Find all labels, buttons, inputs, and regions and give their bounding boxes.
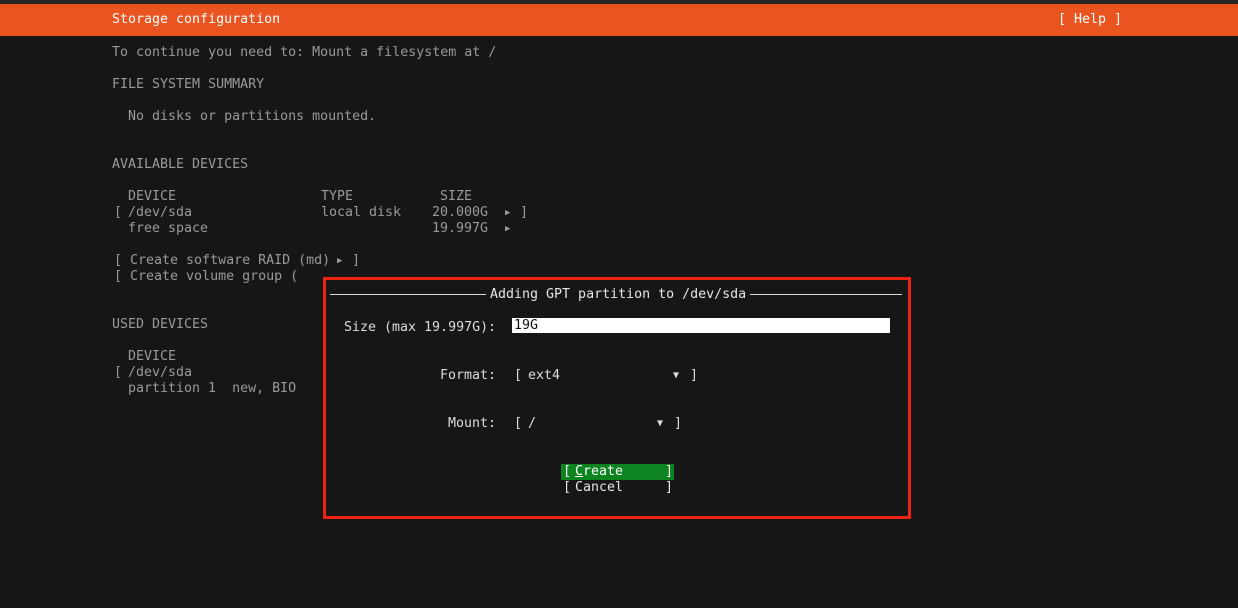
- format-value: ext4: [528, 368, 561, 383]
- create-raid-label: [ Create software RAID (md): [114, 253, 331, 268]
- create-open-bracket: [: [563, 464, 572, 479]
- dialog-title: Adding GPT partition to /dev/sda: [486, 287, 751, 303]
- fs-summary-heading: FILE SYSTEM SUMMARY: [112, 77, 265, 92]
- row-open-bracket: [: [114, 365, 123, 380]
- mount-open-bracket: [: [514, 416, 523, 431]
- device-name: /dev/sda: [128, 205, 193, 220]
- expand-icon: ▶: [505, 224, 511, 234]
- chevron-down-icon: ▼: [657, 418, 664, 429]
- used-devices-heading: USED DEVICES: [112, 317, 209, 332]
- create-label: Create: [575, 464, 624, 479]
- header-bar: Storage configuration [ Help ]: [0, 4, 1238, 36]
- format-close-bracket: ]: [690, 368, 699, 383]
- used-row-partition[interactable]: partition 1 new, BIO: [128, 381, 296, 397]
- mount-notice: To continue you need to: Mount a filesys…: [112, 45, 497, 60]
- cancel-button[interactable]: [ Cancel ]: [561, 480, 674, 496]
- row-open-bracket: [: [114, 205, 123, 220]
- column-device: DEVICE: [128, 189, 177, 204]
- create-volume-group-button[interactable]: [ Create volume group (: [114, 269, 298, 285]
- mount-value: /: [528, 416, 537, 431]
- mount-close-bracket: ]: [674, 416, 683, 431]
- device-name: /dev/sda: [128, 365, 193, 380]
- chevron-down-icon: ▼: [673, 370, 680, 381]
- available-devices-heading: AVAILABLE DEVICES: [112, 157, 249, 172]
- device-size: 20.000G: [432, 205, 489, 220]
- add-partition-dialog: Adding GPT partition to /dev/sda Size (m…: [323, 277, 911, 519]
- device-type: local disk: [321, 205, 402, 220]
- format-label: Format:: [440, 368, 497, 383]
- size-input[interactable]: 19G: [512, 318, 890, 333]
- device-size: 19.997G: [432, 221, 489, 236]
- create-button[interactable]: [ Create ]: [561, 464, 674, 480]
- device-name: free space: [128, 221, 209, 236]
- expand-icon: ▶: [337, 256, 343, 266]
- raid-close-bracket: ]: [352, 253, 361, 268]
- format-open-bracket: [: [514, 368, 523, 383]
- row-close-bracket: ]: [520, 205, 529, 220]
- mount-label: Mount:: [448, 416, 497, 431]
- used-column-device: DEVICE: [128, 349, 177, 364]
- column-size: SIZE: [440, 189, 473, 204]
- size-label: Size (max 19.997G):: [344, 320, 497, 335]
- cancel-open-bracket: [: [563, 480, 572, 495]
- create-close-bracket: ]: [665, 464, 674, 479]
- help-button[interactable]: [ Help ]: [1058, 12, 1122, 28]
- format-select[interactable]: [ ext4 ▼ ]: [514, 368, 698, 384]
- expand-icon: ▶: [505, 208, 511, 218]
- cancel-label: Cancel: [575, 480, 624, 495]
- page-title: Storage configuration: [112, 12, 281, 27]
- mount-select[interactable]: [ / ▼ ]: [514, 416, 682, 432]
- column-type: TYPE: [321, 189, 354, 204]
- cancel-close-bracket: ]: [665, 480, 674, 495]
- fs-summary-empty: No disks or partitions mounted.: [128, 109, 377, 124]
